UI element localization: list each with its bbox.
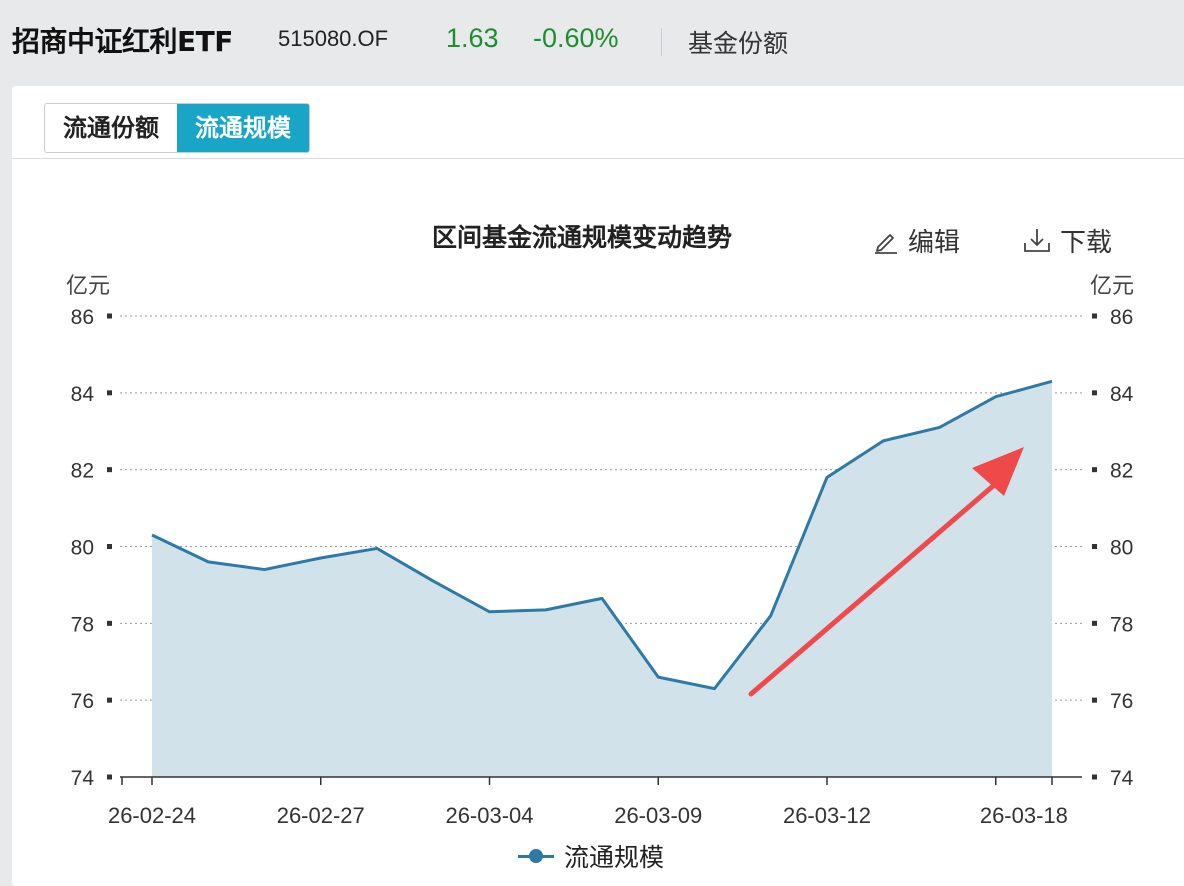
y-tick-label-left: 78 — [71, 613, 94, 636]
y-tick-mark-left — [107, 313, 112, 319]
y-tick-mark-left — [107, 467, 112, 473]
x-tick-label: 26-03-18 — [980, 803, 1068, 828]
y-tick-mark-left — [107, 620, 112, 626]
y-tick-mark-right — [1092, 774, 1097, 780]
y-tick-mark-right — [1092, 697, 1097, 703]
y-tick-mark-left — [107, 390, 112, 396]
y-tick-mark-right — [1092, 544, 1097, 549]
y-tick-label-left: 84 — [71, 383, 95, 406]
y-tick-mark-right — [1092, 390, 1097, 396]
series-area — [152, 381, 1052, 777]
y-tick-label-right: 86 — [1110, 306, 1133, 329]
scale-trend-chart: 74 74 76 76 78 78 80 80 82 82 84 84 86 86 26-02-24 26-0… — [71, 306, 1134, 828]
y-tick-label-left: 76 — [71, 690, 94, 713]
y-tick-label-right: 82 — [1110, 460, 1133, 483]
y-tick-mark-right — [1092, 313, 1097, 319]
y-tick-label-right: 78 — [1110, 613, 1133, 636]
y-tick-mark-left — [107, 544, 112, 549]
y-tick-mark-left — [107, 774, 112, 780]
x-tick-label: 26-03-12 — [783, 803, 871, 828]
chart-legend[interactable]: 流通规模 — [518, 838, 664, 874]
y-tick-label-left: 86 — [71, 306, 94, 329]
legend-marker — [518, 846, 554, 866]
x-tick-label: 26-02-24 — [108, 803, 196, 828]
y-tick-label-left: 74 — [71, 767, 95, 790]
y-tick-label-right: 74 — [1110, 767, 1134, 790]
legend-label: 流通规模 — [564, 843, 665, 872]
y-tick-label-right: 84 — [1110, 383, 1134, 406]
y-tick-mark-left — [107, 697, 112, 703]
y-tick-label-left: 80 — [71, 537, 94, 560]
y-tick-mark-right — [1092, 467, 1097, 473]
x-tick-label: 26-03-09 — [614, 803, 702, 828]
x-tick-label: 26-02-27 — [277, 803, 365, 828]
y-tick-label-right: 76 — [1110, 690, 1133, 713]
y-tick-label-right: 80 — [1110, 537, 1133, 560]
y-tick-mark-right — [1092, 620, 1097, 626]
x-tick-label: 26-03-04 — [445, 803, 533, 828]
y-tick-label-left: 82 — [71, 460, 94, 483]
